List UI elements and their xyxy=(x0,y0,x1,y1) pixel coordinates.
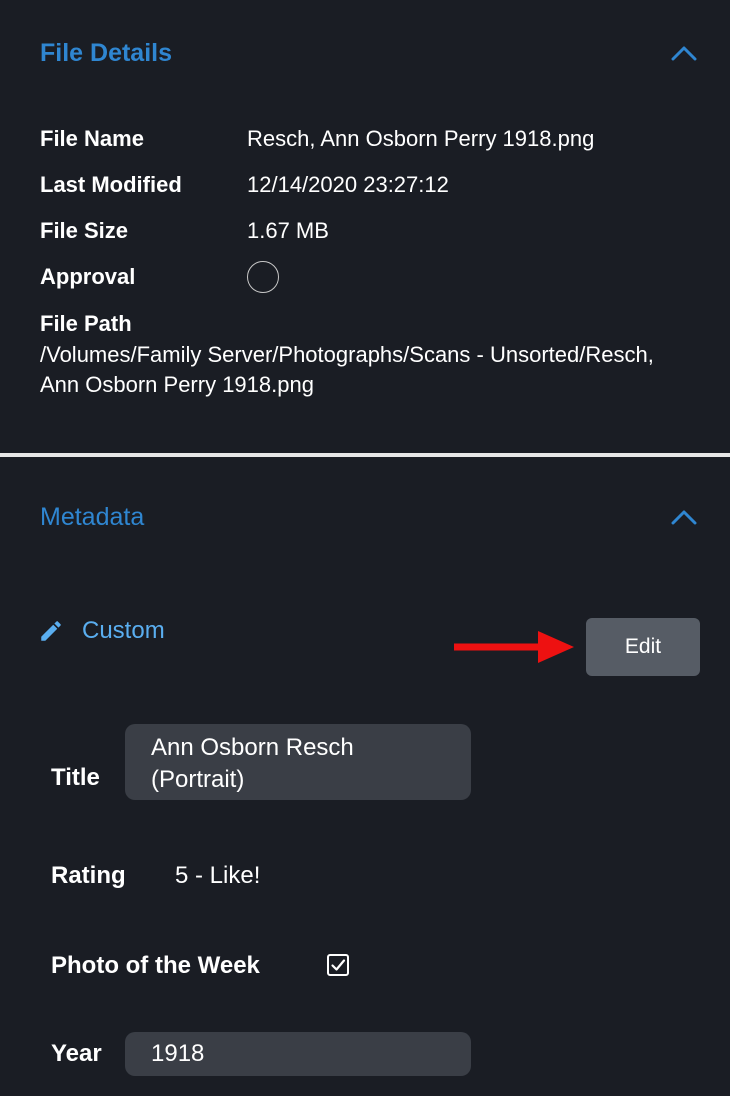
section-divider xyxy=(0,453,730,457)
rating-value[interactable]: 5 - Like! xyxy=(175,862,260,890)
custom-template-label: Custom xyxy=(82,617,165,644)
red-arrow-icon xyxy=(454,631,574,663)
checkbox-checked-icon[interactable] xyxy=(326,953,350,977)
file-details-title: File Details xyxy=(40,38,172,67)
title-field[interactable]: Ann Osborn Resch (Portrait) xyxy=(125,724,471,800)
file-path-label: File Path xyxy=(40,311,132,336)
last-modified-row: Last Modified 12/14/2020 23:27:12 xyxy=(40,169,449,201)
title-label: Title xyxy=(51,764,100,791)
pencil-icon xyxy=(41,621,61,641)
last-modified-label: Last Modified xyxy=(40,172,182,197)
metadata-title: Metadata xyxy=(40,502,145,531)
file-name-row: File Name Resch, Ann Osborn Perry 1918.p… xyxy=(40,123,594,155)
approval-circle-icon[interactable] xyxy=(247,261,279,293)
file-details-header[interactable]: File Details xyxy=(40,33,700,73)
file-size-row: File Size 1.67 MB xyxy=(40,215,329,247)
rating-label: Rating xyxy=(51,862,126,889)
file-name-label: File Name xyxy=(40,126,144,151)
approval-label: Approval xyxy=(40,264,136,289)
approval-row: Approval xyxy=(40,261,279,293)
year-field[interactable]: 1918 xyxy=(125,1032,471,1076)
file-info-panel: File Details File Name Resch, Ann Osborn… xyxy=(0,0,730,1096)
metadata-header[interactable]: Metadata xyxy=(40,497,700,537)
photo-of-week-label: Photo of the Week xyxy=(51,952,260,979)
file-path-value: /Volumes/Family Server/Photographs/Scans… xyxy=(40,342,654,397)
last-modified-value: 12/14/2020 23:27:12 xyxy=(247,172,449,197)
metadata-collapse-button[interactable] xyxy=(668,501,700,533)
chevron-up-icon xyxy=(671,510,697,525)
year-label: Year xyxy=(51,1040,102,1067)
file-size-value: 1.67 MB xyxy=(247,218,329,243)
edit-button[interactable]: Edit xyxy=(586,618,700,676)
file-name-value: Resch, Ann Osborn Perry 1918.png xyxy=(247,126,595,151)
chevron-up-icon xyxy=(671,46,697,61)
file-details-collapse-button[interactable] xyxy=(668,37,700,69)
file-size-label: File Size xyxy=(40,218,129,243)
custom-template-link[interactable]: Custom xyxy=(38,617,165,645)
